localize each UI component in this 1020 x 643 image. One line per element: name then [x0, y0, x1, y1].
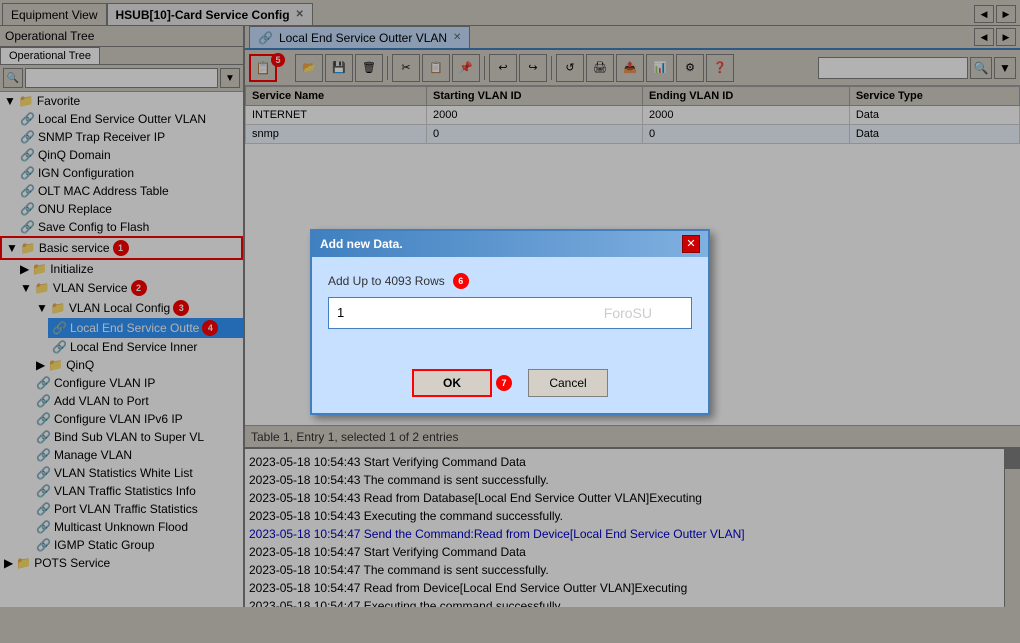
- modal-label-text: Add Up to 4093 Rows: [328, 274, 445, 288]
- badge-6: 6: [453, 273, 469, 289]
- modal-close-button[interactable]: ✕: [682, 235, 700, 253]
- modal-cancel-button[interactable]: Cancel: [528, 369, 608, 397]
- modal-title: Add new Data.: [320, 237, 403, 251]
- add-new-data-modal: Add new Data. ✕ Add Up to 4093 Rows 6 Fo…: [310, 229, 710, 415]
- modal-row-count-input[interactable]: [328, 297, 692, 329]
- badge-7: 7: [496, 375, 512, 391]
- modal-ok-button[interactable]: OK: [412, 369, 492, 397]
- modal-overlay: Add new Data. ✕ Add Up to 4093 Rows 6 Fo…: [0, 0, 1020, 643]
